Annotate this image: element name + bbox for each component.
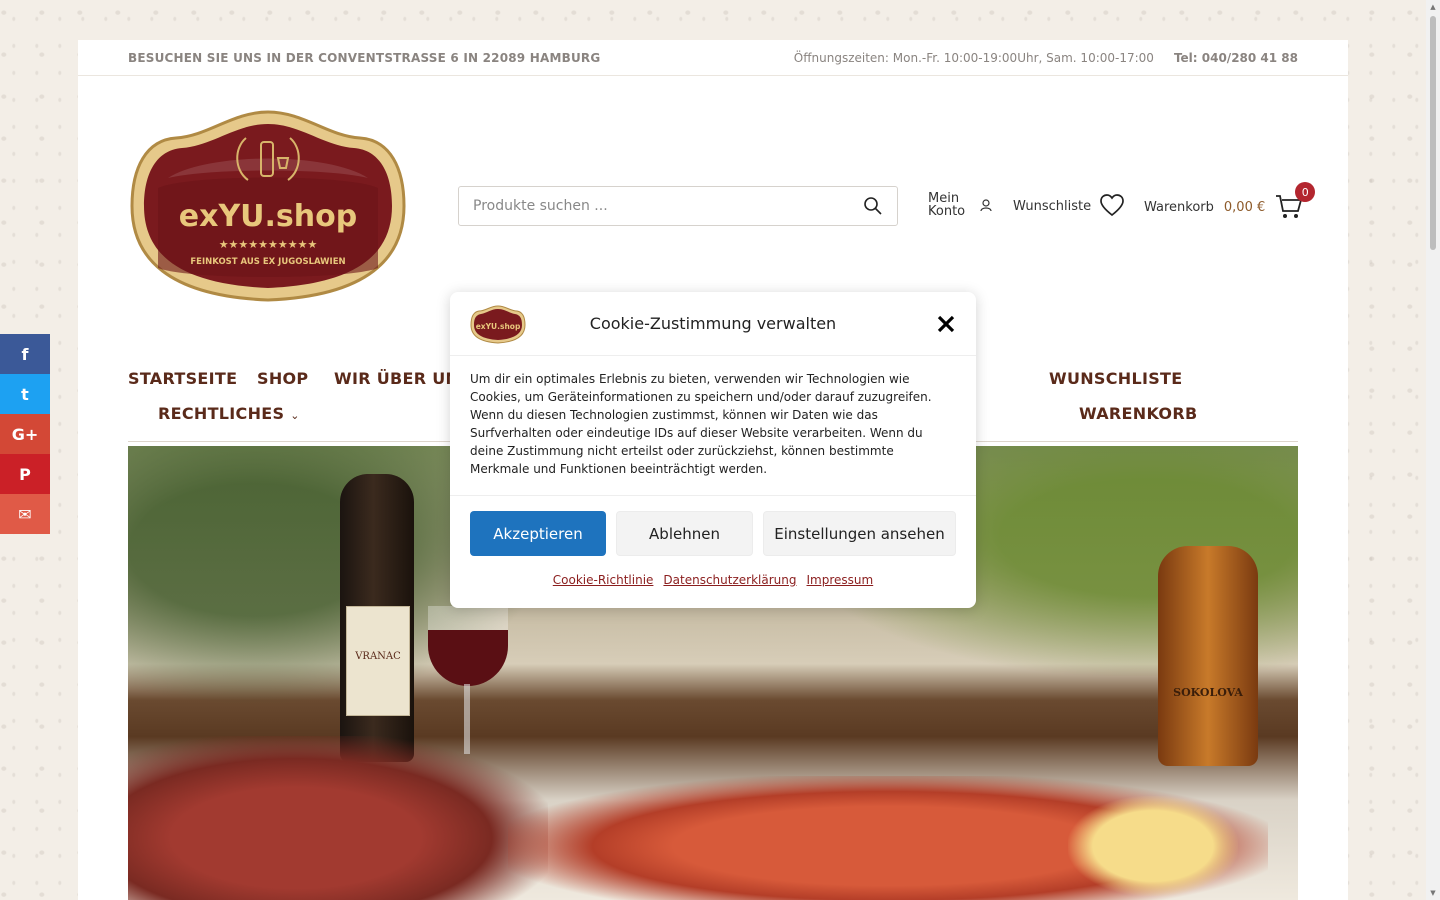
cookie-dialog-buttons: Akzeptieren Ablehnen Einstellungen anseh… xyxy=(450,496,976,556)
logo-name: exYU.shop xyxy=(179,199,357,234)
logo-stars: ★★★★★★★★★★ xyxy=(219,238,318,251)
page-scrollbar[interactable]: ▲ ▼ xyxy=(1426,0,1440,900)
nav-item-shop[interactable]: SHOP xyxy=(257,369,308,388)
cart-total: 0,00 € xyxy=(1223,199,1266,215)
product-search[interactable]: Produkte suchen ... xyxy=(458,186,898,226)
brandy-bottle-label: SOKOLOVA xyxy=(1173,686,1243,699)
cookie-dialog-links: Cookie-Richtlinie Datenschutzerklärung I… xyxy=(450,556,976,587)
nav-item-legal[interactable]: RECHTLICHES ⌄ xyxy=(158,404,300,423)
store-address: BESUCHEN SIE UNS IN DER CONVENTSTRASSE 6… xyxy=(128,50,601,65)
wishlist-label: Wunschliste xyxy=(1013,198,1092,214)
google-plus-share-button[interactable]: G+ xyxy=(0,414,50,454)
search-input[interactable]: Produkte suchen ... xyxy=(473,198,863,214)
wine-bottle-label: VRANAC xyxy=(346,606,410,716)
scroll-down-arrow-icon[interactable]: ▼ xyxy=(1429,889,1437,897)
social-share-bar: f t G+ P ✉ xyxy=(0,334,50,534)
wishlist-link[interactable]: Wunschliste xyxy=(1013,194,1125,218)
nav-item-legal-label: RECHTLICHES xyxy=(158,404,285,423)
cart-icon-wrap[interactable]: 0 xyxy=(1275,182,1316,220)
cookie-consent-dialog: exYU.shop Cookie-Zustimmung verwalten Um… xyxy=(450,292,976,608)
account-label-line2: Konto xyxy=(928,204,966,219)
cart-count-badge: 0 xyxy=(1295,182,1316,202)
wine-glass xyxy=(428,606,508,686)
site-header: exYU.shop ★★★★★★★★★★ FEINKOST AUS EX JUG… xyxy=(78,76,1348,442)
my-account-link[interactable]: Mein Konto xyxy=(928,192,993,218)
privacy-policy-link[interactable]: Datenschutzerklärung xyxy=(663,573,796,587)
site-logo[interactable]: exYU.shop ★★★★★★★★★★ FEINKOST AUS EX JUG… xyxy=(128,108,408,304)
cookie-dialog-text: Um dir ein optimales Erlebnis zu bieten,… xyxy=(450,356,976,496)
search-icon[interactable] xyxy=(863,196,883,216)
scroll-up-arrow-icon[interactable]: ▲ xyxy=(1429,3,1437,11)
nav-item-wishlist[interactable]: WUNSCHLISTE xyxy=(1049,369,1183,388)
deny-button[interactable]: Ablehnen xyxy=(616,511,753,556)
view-settings-button[interactable]: Einstellungen ansehen xyxy=(763,511,956,556)
charcuterie-board-left xyxy=(128,736,548,900)
chevron-down-icon: ⌄ xyxy=(290,409,300,422)
scrollbar-thumb[interactable] xyxy=(1430,16,1436,250)
cart-label: Warenkorb xyxy=(1144,199,1214,215)
nav-item-cart[interactable]: WARENKORB xyxy=(1079,404,1197,423)
close-icon[interactable] xyxy=(936,314,956,334)
cookie-dialog-logo-text: exYU.shop xyxy=(476,322,521,331)
phone-number[interactable]: Tel: 040/280 41 88 xyxy=(1174,51,1298,65)
cart-link[interactable]: Warenkorb 0,00 € 0 xyxy=(1144,182,1316,220)
logo-tagline: FEINKOST AUS EX JUGOSLAWIEN xyxy=(190,257,345,267)
cookie-dialog-header: exYU.shop Cookie-Zustimmung verwalten xyxy=(450,292,976,356)
pinterest-share-button[interactable]: P xyxy=(0,454,50,494)
email-share-button[interactable]: ✉ xyxy=(0,494,50,534)
user-icon[interactable] xyxy=(979,198,993,212)
cookie-dialog-logo: exYU.shop xyxy=(470,304,526,344)
facebook-share-button[interactable]: f xyxy=(0,334,50,374)
cookie-policy-link[interactable]: Cookie-Richtlinie xyxy=(553,573,654,587)
imprint-link[interactable]: Impressum xyxy=(807,573,874,587)
heart-icon[interactable] xyxy=(1099,194,1125,218)
cheese-plate xyxy=(1068,796,1238,896)
cookie-dialog-title: Cookie-Zustimmung verwalten xyxy=(589,314,837,333)
twitter-share-button[interactable]: t xyxy=(0,374,50,414)
accept-button[interactable]: Akzeptieren xyxy=(470,511,606,556)
opening-hours: Öffnungszeiten: Mon.-Fr. 10:00-19:00Uhr,… xyxy=(793,50,1154,65)
nav-item-startseite[interactable]: STARTSEITE xyxy=(128,369,237,388)
top-info-bar: BESUCHEN SIE UNS IN DER CONVENTSTRASSE 6… xyxy=(78,40,1348,76)
